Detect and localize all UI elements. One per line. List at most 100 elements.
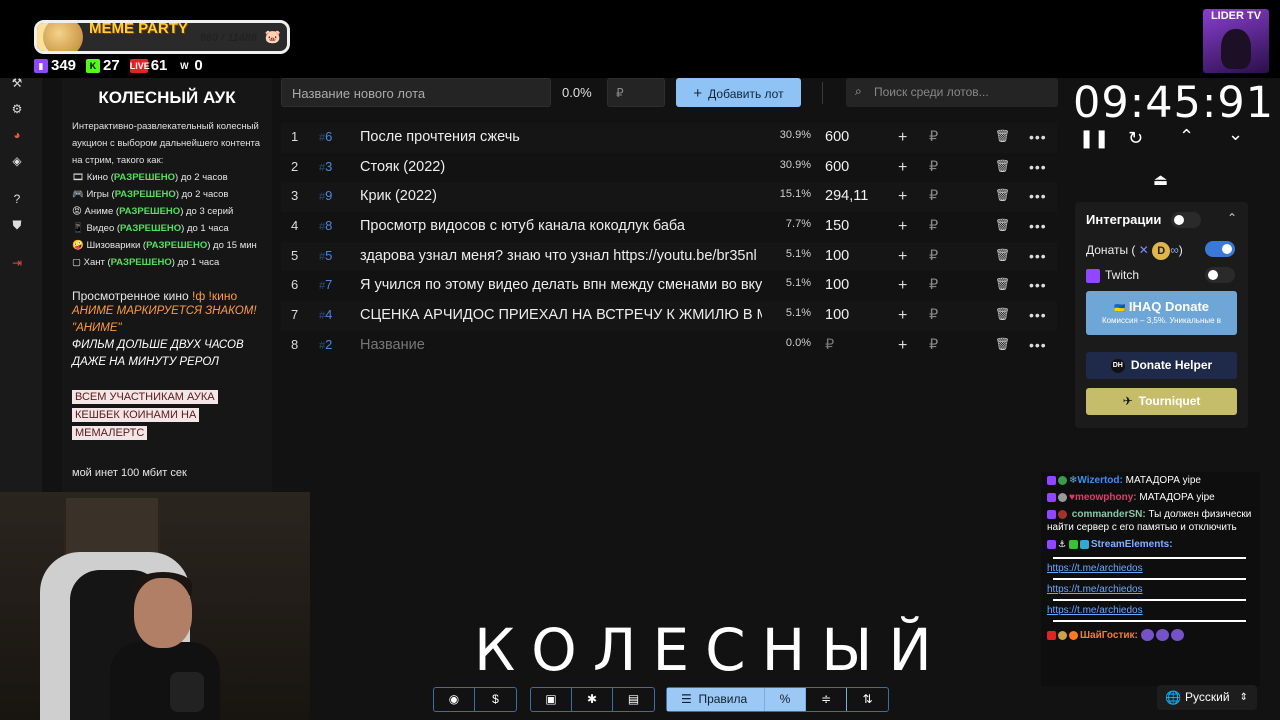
restart-icon[interactable]: ↻ [1128, 128, 1143, 149]
new-lot-price-input[interactable]: ₽ [607, 78, 665, 107]
chevron-up-icon[interactable]: ⌃ [1227, 211, 1237, 225]
more-icon[interactable]: ••• [1029, 159, 1047, 175]
amount-input[interactable]: ₽ [929, 307, 938, 323]
more-icon[interactable]: ••• [1029, 337, 1047, 353]
hammer-icon[interactable]: ⚒ [10, 76, 24, 90]
integrations-toggle[interactable] [1171, 212, 1201, 228]
lot-search-input[interactable]: ⌕ Поиск среди лотов... [846, 78, 1058, 107]
lot-amount[interactable]: 600 [825, 129, 849, 145]
lot-name[interactable]: Я учился по этому видео делать впн между… [360, 277, 762, 293]
split-icon[interactable]: ≑ [806, 688, 847, 711]
lot-name[interactable]: Название [360, 337, 762, 353]
trash-icon[interactable]: 🗑 [995, 129, 1010, 143]
new-lot-name-input[interactable]: Название нового лота [281, 78, 551, 107]
add-amount-button[interactable]: + [898, 307, 907, 325]
channel-badge-label: LIDER TV [1210, 10, 1262, 22]
rules-toggle-button[interactable]: ☰ Правила [667, 688, 765, 711]
lot-id: #3 [319, 158, 333, 174]
lot-name[interactable]: После прочтения сжечь [360, 129, 762, 145]
add-lot-button[interactable]: + Добавить лот [676, 78, 801, 107]
more-icon[interactable]: ••• [1029, 129, 1047, 145]
globe-icon: 🌐 [1165, 690, 1182, 705]
more-icon[interactable]: ••• [1029, 277, 1047, 293]
twitch-toggle[interactable] [1205, 267, 1235, 283]
amount-input[interactable]: ₽ [929, 248, 938, 264]
trash-icon[interactable]: 🗑 [995, 159, 1010, 173]
trash-icon[interactable]: 🗑 [995, 218, 1010, 232]
more-icon[interactable]: ••• [1029, 307, 1047, 323]
pie-chart-icon[interactable]: ◕ [10, 128, 24, 142]
collapse-icon[interactable]: ⏏ [1153, 170, 1168, 190]
lots-table: 1 #6 После прочтения сжечь 30.9% 600 + ₽ 🗑 ••• 2 #… [281, 123, 1057, 361]
donations-toggle[interactable] [1205, 241, 1235, 257]
amount-input[interactable]: ₽ [929, 188, 938, 204]
doge-icon [43, 23, 83, 51]
trash-icon[interactable]: 🗑 [995, 248, 1010, 262]
lot-name[interactable]: здарова узнал меня? знаю что узнал https… [360, 248, 762, 264]
more-icon[interactable]: ••• [1029, 188, 1047, 204]
chat-message: commanderSN: Ты должен физически найти с… [1047, 509, 1252, 533]
more-icon[interactable]: ••• [1029, 218, 1047, 234]
lot-name[interactable]: Просмотр видосов с ютуб канала кокодлук … [360, 218, 762, 234]
chat-link[interactable]: https://t.me/archiedos [1047, 604, 1254, 617]
github-icon[interactable]: ◉ [434, 688, 475, 711]
amount-input[interactable]: ₽ [929, 277, 938, 293]
lot-percent: 5.1% [785, 247, 811, 260]
trash-icon[interactable]: 🗑 [995, 188, 1010, 202]
lot-amount[interactable]: 100 [825, 248, 849, 264]
lot-amount[interactable]: ₽ [825, 337, 834, 353]
language-select[interactable]: 🌐 Русский ⇕ [1157, 685, 1257, 710]
lot-name[interactable]: Крик (2022) [360, 188, 762, 204]
chevron-up-icon[interactable]: ⌃ [1179, 126, 1194, 147]
lot-amount[interactable]: 100 [825, 307, 849, 323]
sort-icon[interactable]: ⇅ [847, 688, 888, 711]
lot-amount[interactable]: 100 [825, 277, 849, 293]
counter-value: 349 [51, 57, 77, 74]
donate-helper-icon: DH [1110, 358, 1125, 373]
more-icon[interactable]: ••• [1029, 248, 1047, 264]
lot-name[interactable]: Стояк (2022) [360, 159, 762, 175]
tourniquet-button[interactable]: ✈ Tourniquet [1086, 388, 1237, 415]
trash-icon[interactable]: 🗑 [995, 337, 1010, 351]
lot-percent: 30.9% [779, 158, 811, 171]
layers-icon[interactable]: ◈ [10, 154, 24, 168]
donate-helper-button[interactable]: DH Donate Helper [1086, 352, 1237, 379]
add-amount-button[interactable]: + [898, 129, 907, 147]
archive-icon[interactable]: ▣ [531, 688, 572, 711]
lot-amount[interactable]: 600 [825, 159, 849, 175]
lot-amount[interactable]: 150 [825, 218, 849, 234]
gear-icon[interactable]: ⚙ [10, 102, 24, 116]
chevron-down-icon[interactable]: ⌄ [1228, 124, 1243, 145]
ihaq-donate-button[interactable]: 🇺🇦 IHAQ Donate Комиссия – 3,5%. Уникальн… [1086, 291, 1237, 335]
help-icon[interactable]: ? [10, 192, 24, 206]
add-amount-button[interactable]: + [898, 218, 907, 236]
lot-number: 4 [291, 218, 299, 234]
percent-toggle-button[interactable]: % [765, 688, 806, 711]
shield-icon[interactable]: ⛊ [10, 218, 24, 232]
add-amount-button[interactable]: + [898, 248, 907, 266]
add-amount-button[interactable]: + [898, 159, 907, 177]
add-amount-button[interactable]: + [898, 277, 907, 295]
chat-link[interactable]: https://t.me/archiedos [1047, 562, 1254, 575]
trash-icon[interactable]: 🗑 [995, 307, 1010, 321]
amount-input[interactable]: ₽ [929, 159, 938, 175]
lot-name[interactable]: СЦЕНКА АРЧИДОС ПРИЕХАЛ НА ВСТРЕЧУ К ЖМИЛ… [360, 307, 762, 323]
film-note: ФИЛЬМ ДОЛЬШЕ ДВУХ ЧАСОВ ДАЖЕ НА МИНУТУ Р… [72, 339, 244, 368]
tourniquet-icon: ✈ [1122, 394, 1133, 408]
chat-link[interactable]: https://t.me/archiedos [1047, 583, 1254, 596]
lot-number: 1 [291, 129, 299, 144]
trash-icon[interactable]: 🗑 [995, 277, 1010, 291]
add-amount-button[interactable]: + [898, 188, 907, 206]
pause-icon[interactable]: ❚❚ [1079, 128, 1109, 149]
dollar-icon[interactable]: $ [475, 688, 516, 711]
amount-input[interactable]: ₽ [929, 218, 938, 234]
chat-message: ♥meowphony: МАТАДОРА yipe [1041, 489, 1260, 506]
add-amount-button[interactable]: + [898, 337, 907, 355]
lot-amount[interactable]: 294,11 [825, 188, 868, 204]
delete-all-icon[interactable]: ▤ [613, 688, 654, 711]
bug-icon[interactable]: ✱ [572, 688, 613, 711]
lot-percent: 15.1% [779, 188, 811, 201]
amount-input[interactable]: ₽ [929, 129, 938, 145]
amount-input[interactable]: ₽ [929, 337, 938, 353]
logout-icon[interactable]: ⇥ [10, 256, 24, 270]
